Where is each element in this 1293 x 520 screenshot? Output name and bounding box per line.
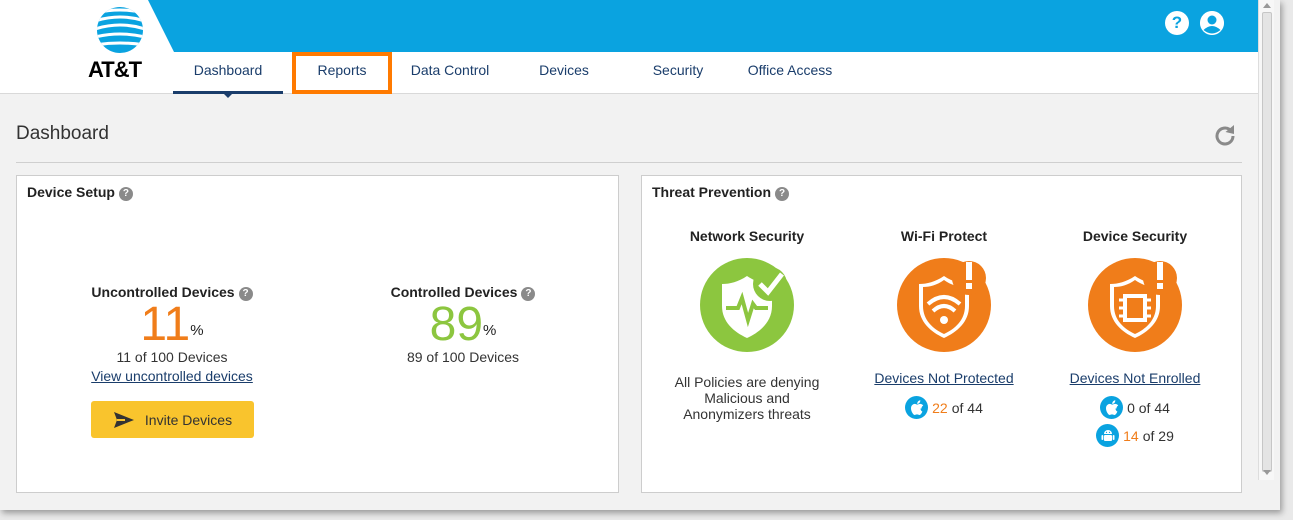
- shield-check-icon: [700, 258, 794, 352]
- controlled-percent: 89: [429, 298, 484, 351]
- send-icon: [113, 411, 134, 428]
- tab-office-access[interactable]: Office Access: [735, 52, 845, 94]
- network-security-desc: All Policies are denying Malicious and A…: [674, 374, 820, 422]
- uncontrolled-percent: 11: [140, 298, 191, 351]
- scroll-up-icon[interactable]: [1263, 3, 1271, 8]
- invite-devices-label: Invite Devices: [144, 411, 233, 428]
- tab-security[interactable]: Security: [623, 52, 733, 94]
- user-account-icon[interactable]: [1200, 11, 1224, 35]
- tab-data-control[interactable]: Data Control: [395, 52, 505, 94]
- title-divider: [16, 162, 1242, 163]
- ios-total: of 44: [951, 399, 983, 416]
- devices-not-enrolled-link[interactable]: Devices Not Enrolled: [1070, 370, 1201, 386]
- chip-shield-alert-icon: [1088, 258, 1182, 352]
- panel-title: Threat Prevention?: [652, 184, 790, 201]
- wifi-protect-title: Wi-Fi Protect: [900, 228, 988, 244]
- help-icon[interactable]: ?: [238, 287, 253, 301]
- uncontrolled-devices-stat: Uncontrolled Devices? 11% 11 of 100 Devi…: [52, 284, 292, 386]
- ios-count-row: 22 of 44: [849, 396, 1039, 419]
- network-security-card: Network Security All Policies are denyin…: [652, 228, 842, 422]
- invite-devices-button[interactable]: Invite Devices: [91, 401, 254, 438]
- help-icon[interactable]: ?: [118, 187, 133, 201]
- tab-reports[interactable]: Reports: [292, 52, 392, 94]
- att-logo[interactable]: AT&T: [88, 5, 152, 85]
- tab-dashboard[interactable]: Dashboard: [173, 52, 283, 98]
- view-uncontrolled-link[interactable]: View uncontrolled devices: [91, 368, 253, 384]
- scroll-thumb[interactable]: [1262, 12, 1272, 472]
- help-icon[interactable]: ?: [521, 287, 536, 301]
- ios-count-row: 0 of 44: [1040, 396, 1230, 419]
- globe-icon: [97, 7, 143, 53]
- network-security-title: Network Security: [689, 228, 805, 244]
- vertical-scrollbar[interactable]: [1258, 0, 1274, 480]
- uncontrolled-count: 11 of 100 Devices: [116, 349, 228, 365]
- main-nav: Dashboard Reports Data Control Devices S…: [173, 52, 845, 98]
- threat-prevention-panel: Threat Prevention? Network Security All …: [641, 175, 1242, 493]
- android-total: of 29: [1142, 427, 1174, 444]
- apple-icon: [1100, 396, 1124, 419]
- help-icon[interactable]: ?: [775, 187, 790, 201]
- android-count-row: 14 of 29: [1040, 424, 1230, 447]
- help-icon[interactable]: ?: [1165, 11, 1189, 35]
- ios-unprotected-count: 22: [932, 399, 948, 416]
- apple-icon: [905, 396, 929, 419]
- scroll-down-icon[interactable]: [1263, 470, 1271, 475]
- devices-not-protected-link[interactable]: Devices Not Protected: [874, 370, 1013, 386]
- android-icon: [1096, 424, 1120, 447]
- controlled-devices-stat: Controlled Devices? 89% 89 of 100 Device…: [343, 284, 583, 365]
- ios-enrolled-count: 0 of 44: [1127, 399, 1170, 416]
- threat-prevention-title: Threat Prevention: [652, 184, 772, 200]
- percent-unit: %: [190, 322, 204, 339]
- top-bar: [0, 0, 1258, 52]
- device-setup-panel: Device Setup? Uncontrolled Devices? 11% …: [16, 175, 619, 493]
- app-window: AT&T Dashboard Reports Data Control Devi…: [0, 0, 1280, 510]
- page-title: Dashboard: [16, 123, 109, 144]
- percent-unit: %: [483, 322, 497, 339]
- panel-title: Device Setup?: [27, 184, 133, 201]
- android-enrolled-count: 14: [1123, 427, 1139, 444]
- refresh-icon[interactable]: [1211, 122, 1239, 150]
- wifi-protect-card: Wi-Fi Protect Devices Not Protected 22 o…: [849, 228, 1039, 419]
- controlled-count: 89 of 100 Devices: [406, 349, 520, 365]
- brand-name: AT&T: [88, 57, 142, 82]
- device-setup-title: Device Setup: [27, 184, 115, 200]
- wifi-shield-alert-icon: [897, 258, 991, 352]
- device-security-title: Device Security: [1082, 228, 1188, 244]
- tab-devices[interactable]: Devices: [509, 52, 619, 94]
- device-security-card: Device Security Devices Not Enrolled 0 o…: [1040, 228, 1230, 447]
